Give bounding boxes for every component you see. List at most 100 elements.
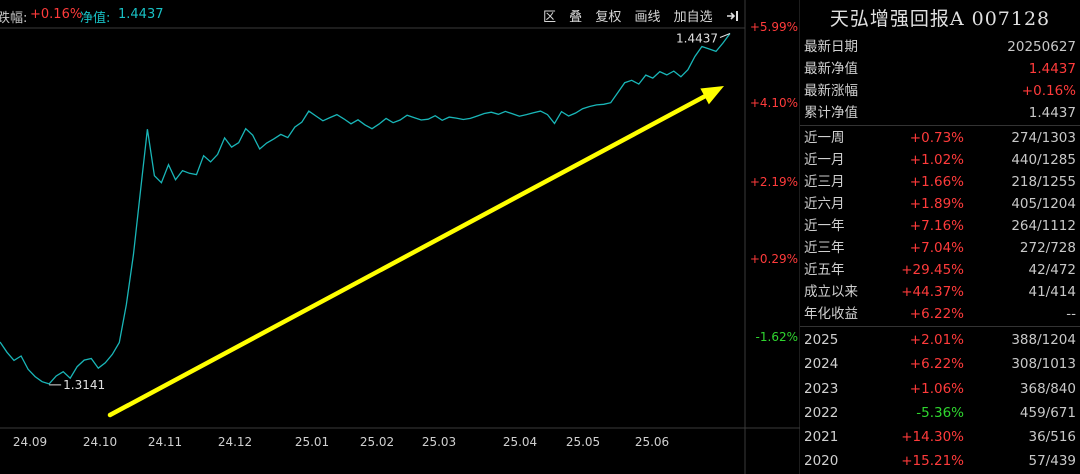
period-return: +1.66% (909, 174, 964, 190)
period-row: 近五年 +29.45% 42/472 (800, 259, 1080, 281)
change-value: +0.16% (30, 7, 83, 22)
year-label: 2020 (804, 453, 839, 470)
info-value: +0.16% (1021, 83, 1076, 99)
period-rank: 218/1255 (1011, 174, 1076, 190)
info-label: 最新涨幅 (804, 83, 858, 99)
nav-label: 净值: (80, 11, 111, 26)
year-return: +6.22% (909, 356, 964, 373)
year-label: 2021 (804, 429, 839, 446)
x-tick-label: 25.04 (503, 435, 537, 449)
min-value-label: 1.3141 (63, 378, 105, 392)
year-label: 2022 (804, 404, 839, 421)
period-label: 成立以来 (804, 284, 858, 300)
info-value: 1.4437 (1028, 61, 1076, 77)
divider (800, 326, 1080, 327)
year-row: 2020 +15.21% 57/439 (800, 449, 1080, 473)
year-row: 2023 +1.06% 368/840 (800, 377, 1080, 401)
year-rank: 459/671 (1019, 404, 1076, 421)
period-return: +6.22% (909, 306, 964, 322)
period-row: 近一月 +1.02% 440/1285 (800, 149, 1080, 171)
x-tick-label: 25.03 (422, 435, 456, 449)
right-axis-tick: +5.99% (749, 20, 798, 34)
period-rank: 272/728 (1019, 240, 1076, 256)
overlay-button[interactable]: 叠 (569, 10, 582, 25)
fund-info-panel: 天弘增强回报A 007128 最新日期 20250627 最新净值 1.4437 最新涨… (800, 0, 1080, 474)
x-tick-label: 24.11 (148, 435, 182, 449)
year-return: +14.30% (901, 429, 964, 446)
right-axis-tick: +0.29% (749, 252, 798, 266)
period-rank: 42/472 (1028, 262, 1077, 278)
year-rank: 57/439 (1028, 453, 1077, 470)
year-row: 2021 +14.30% 36/516 (800, 425, 1080, 449)
x-tick-label: 24.12 (218, 435, 252, 449)
period-label: 年化收益 (804, 306, 858, 322)
add-watchlist-button[interactable]: 加自选 (674, 10, 713, 25)
period-label: 近三月 (804, 174, 845, 190)
year-return: +2.01% (909, 332, 964, 348)
year-label: 2025 (804, 332, 839, 348)
period-label: 近六月 (804, 196, 845, 212)
x-tick-label: 24.09 (13, 435, 47, 449)
period-rank: 405/1204 (1011, 196, 1076, 212)
adjust-button[interactable]: 复权 (595, 10, 621, 25)
fund-name: 天弘增强回报A 007128 (829, 8, 1051, 30)
info-row: 累计净值 1.4437 (800, 102, 1080, 124)
period-rank: 440/1285 (1011, 152, 1076, 168)
nav-line (0, 33, 731, 385)
divider (800, 125, 1080, 126)
annual-returns: 2025 +2.01% 388/1204 2024 +6.22% 308/1013 2023… (800, 328, 1080, 474)
nav-line-chart[interactable]: 24.09 24.10 24.11 24.12 25.01 25.02 25.03 25.04… (0, 0, 800, 474)
period-label: 近五年 (804, 262, 845, 278)
x-tick-label: 25.05 (566, 435, 600, 449)
period-label: 近三年 (804, 240, 845, 256)
right-axis-tick: +4.10% (749, 96, 798, 110)
x-tick-label: 25.01 (295, 435, 329, 449)
year-return: -5.36% (916, 404, 964, 421)
period-rank: -- (1066, 306, 1076, 322)
nav-chart[interactable]: 24.09 24.10 24.11 24.12 25.01 25.02 25.03 25.04… (0, 0, 800, 474)
period-return: +29.45% (901, 262, 964, 278)
year-rank: 36/516 (1028, 429, 1077, 446)
change-label: 跌幅: (0, 11, 28, 26)
year-label: 2024 (804, 356, 839, 373)
period-return: +1.02% (909, 152, 964, 168)
arrow-into-bar-icon[interactable] (726, 9, 740, 23)
right-axis-tick: -1.62% (755, 330, 798, 344)
draw-line-button[interactable]: 画线 (634, 10, 660, 25)
period-row: 年化收益 +6.22% -- (800, 303, 1080, 325)
period-row: 近六月 +1.89% 405/1204 (800, 193, 1080, 215)
x-tick-label: 25.02 (360, 435, 394, 449)
period-rank: 41/414 (1028, 284, 1077, 300)
interval-button[interactable]: 区 (543, 10, 556, 25)
nav-value: 1.4437 (118, 7, 164, 22)
period-label: 近一月 (804, 152, 845, 168)
period-return: +1.89% (909, 196, 964, 212)
period-row: 近三月 +1.66% 218/1255 (800, 171, 1080, 193)
info-row: 最新涨幅 +0.16% (800, 80, 1080, 102)
period-rank: 274/1303 (1011, 130, 1076, 146)
chart-toolbar: 区 叠 复权 画线 加自选 (543, 6, 740, 25)
info-label: 最新净值 (804, 61, 858, 77)
year-label: 2023 (804, 380, 839, 397)
period-returns: 近一周 +0.73% 274/1303 近一月 +1.02% 440/1285 近三月 +1.… (800, 127, 1080, 325)
year-return: +1.06% (909, 380, 964, 397)
period-row: 近一年 +7.16% 264/1112 (800, 215, 1080, 237)
year-rank: 388/1204 (1011, 332, 1076, 348)
info-label: 累计净值 (804, 105, 858, 121)
info-label: 最新日期 (804, 39, 858, 55)
period-return: +44.37% (901, 284, 964, 300)
period-return: +0.73% (909, 130, 964, 146)
year-rank: 368/840 (1019, 380, 1076, 397)
period-return: +7.04% (909, 240, 964, 256)
period-row: 近一周 +0.73% 274/1303 (800, 127, 1080, 149)
chart-header: 跌幅: +0.16% 净值: 1.4437 区 叠 复权 画线 加自选 (0, 0, 745, 28)
info-value: 1.4437 (1028, 105, 1076, 121)
right-axis-tick: +2.19% (749, 175, 798, 189)
year-row: 2024 +6.22% 308/1013 (800, 352, 1080, 376)
period-rank: 264/1112 (1011, 218, 1076, 234)
right-axis: +5.99% +4.10% +2.19% +0.29% -1.62% (748, 0, 800, 474)
year-row: 2022 -5.36% 459/671 (800, 401, 1080, 425)
info-row: 最新日期 20250627 (800, 36, 1080, 58)
max-value-label: 1.4437 (676, 32, 718, 46)
trend-arrow-shaft (107, 91, 713, 418)
